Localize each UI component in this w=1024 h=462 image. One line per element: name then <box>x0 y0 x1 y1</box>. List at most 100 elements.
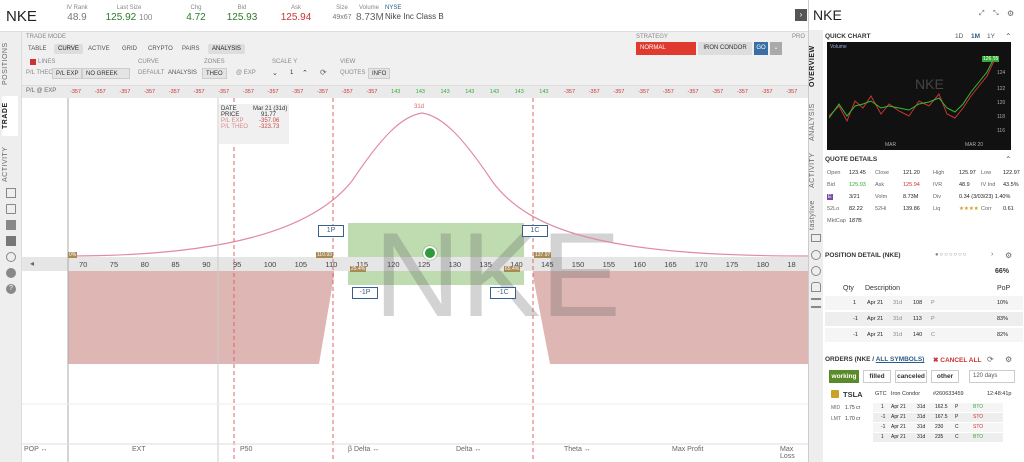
mode-analysis[interactable]: ANALYSIS <box>208 44 245 54</box>
iron-condor-button[interactable]: IRON CONDOR <box>698 42 752 55</box>
folder-icon[interactable] <box>6 204 16 214</box>
order-lmt-label: LMT <box>831 416 841 422</box>
x-tick-6: 100 <box>263 260 277 269</box>
refresh-icon[interactable]: ⟳ <box>320 68 327 77</box>
range-1m[interactable]: 1M <box>971 33 980 40</box>
order-symbol: TSLA <box>843 390 863 399</box>
order-leg-0-3: 162.5 <box>935 404 948 410</box>
pager-dots-icon[interactable]: ●○○○○○○ <box>935 252 967 258</box>
metric-3[interactable]: β Delta ↔ <box>348 446 379 453</box>
mode-curve[interactable]: CURVE <box>54 44 83 54</box>
filter-canceled[interactable]: canceled <box>895 370 927 383</box>
tab-tastylive[interactable]: tastylive <box>809 195 825 235</box>
chart-panel-icon[interactable] <box>811 250 821 260</box>
detach-icon[interactable]: ⤢ <box>979 10 985 18</box>
cancel-all-button[interactable]: ✖ CANCEL ALL <box>933 356 981 364</box>
range-1y[interactable]: 1Y <box>987 33 995 40</box>
metric-7[interactable]: Max Loss <box>780 446 808 460</box>
order-id: #260633459 <box>933 391 964 397</box>
mode-grid[interactable]: GRID <box>118 44 141 54</box>
mode-active[interactable]: ACTIVE <box>84 44 114 54</box>
grid-icon[interactable] <box>6 236 16 246</box>
tab-activity-panel[interactable]: ACTIVITY <box>809 150 825 190</box>
globe-icon[interactable] <box>811 266 821 276</box>
metric-2[interactable]: P50 <box>240 446 252 453</box>
quotes-label: QUOTES <box>340 70 366 76</box>
x-tick-10: 120 <box>387 260 400 269</box>
days-select[interactable]: 120 days <box>969 370 1015 383</box>
refresh-orders-icon[interactable]: ⟳ <box>987 355 994 364</box>
clock-icon[interactable] <box>6 252 16 262</box>
tab-overview[interactable]: OVERVIEW <box>809 40 825 92</box>
leg-long-put[interactable]: 1P <box>318 225 344 237</box>
mode-pairs[interactable]: PAIRS <box>178 44 204 54</box>
last-price: 125.92 <box>105 12 137 23</box>
metric-4[interactable]: Delta ↔ <box>456 446 481 453</box>
info-button[interactable]: INFO <box>368 68 391 79</box>
leg-long-call[interactable]: 1C <box>522 225 548 237</box>
orders-settings-icon[interactable]: ⚙ <box>1005 355 1012 364</box>
tab-positions[interactable]: POSITIONS <box>2 42 18 86</box>
strategy-dropdown-icon[interactable]: ⌄ <box>770 42 782 55</box>
leg-short-put[interactable]: -1P <box>352 287 378 299</box>
analysis-curve-button[interactable]: ANALYSIS <box>164 68 201 78</box>
quote-0-2: Close <box>875 170 890 176</box>
filter-filled[interactable]: filled <box>863 370 891 383</box>
order-time: 12:48:41p <box>987 391 1012 397</box>
scale-up-icon[interactable]: ⌃ <box>302 69 308 77</box>
people-icon[interactable] <box>6 268 16 278</box>
news-icon[interactable] <box>811 234 821 242</box>
tab-activity[interactable]: ACTIVITY <box>2 144 18 184</box>
pin-icon[interactable]: ⤡ <box>993 10 999 18</box>
position-settings-icon[interactable]: ⚙ <box>1005 251 1012 260</box>
all-symbols-link[interactable]: ALL SYMBOLS) <box>876 356 925 363</box>
normal-strategy-button[interactable]: NORMAL <box>636 42 696 55</box>
bell-icon[interactable] <box>811 282 821 292</box>
help-icon[interactable]: ? <box>6 284 16 294</box>
chart-icon[interactable] <box>6 220 16 230</box>
iv-rank-label: IV Rank <box>66 5 88 11</box>
candlestick-series <box>829 57 995 123</box>
quote-1-2: Ask <box>875 182 885 188</box>
tab-analysis[interactable]: ANALYSIS <box>809 100 825 144</box>
panel-settings-icon[interactable]: ⚙ <box>1007 9 1014 18</box>
order-leg-3-0: 1 <box>881 434 884 440</box>
breakeven-high: 137.97 <box>534 252 552 258</box>
scroll-left-icon[interactable]: ◂ <box>30 259 34 268</box>
mode-table[interactable]: TABLE <box>24 44 51 54</box>
lines-label: LINES <box>30 59 55 65</box>
collapse-quotes-icon[interactable]: ⌃ <box>1005 155 1012 164</box>
menu-icon[interactable] <box>811 298 821 308</box>
pl-value-2: -357 <box>119 89 131 95</box>
theo-select[interactable]: THEO <box>202 68 227 79</box>
pl-value-26: -357 <box>712 89 724 95</box>
pl-value-22: -357 <box>613 89 625 95</box>
metric-1[interactable]: EXT <box>132 446 146 453</box>
collapse-panel-icon[interactable]: › <box>795 9 807 21</box>
collapse-chart-icon[interactable]: ⌃ <box>1005 32 1012 41</box>
greek-select[interactable]: NO GREEK <box>82 68 130 79</box>
pl-theo-label: P/L THEO <box>26 70 54 76</box>
list-icon[interactable] <box>6 188 16 198</box>
tab-trade[interactable]: TRADE <box>2 96 18 136</box>
x-tick-8: 110 <box>325 260 338 269</box>
x-tick-22: 180 <box>756 260 770 269</box>
scale-value: 1 <box>290 70 294 76</box>
quote-1-7: 43.5% <box>1003 182 1019 188</box>
scale-down-icon[interactable]: ⌄ <box>272 69 278 77</box>
metric-6[interactable]: Max Profit <box>672 446 704 453</box>
go-button[interactable]: GO <box>754 42 768 55</box>
filter-other[interactable]: other <box>931 370 959 383</box>
next-position-icon[interactable]: › <box>991 251 993 258</box>
leg-short-call[interactable]: -1C <box>490 287 516 299</box>
order-leg-0-0: 1 <box>881 404 884 410</box>
pl-exp-select[interactable]: P/L EXP <box>52 68 83 79</box>
pl-value-10: -357 <box>317 89 329 95</box>
current-price-marker-icon[interactable] <box>423 246 437 260</box>
metric-0[interactable]: POP ↔ <box>24 446 48 453</box>
mode-crypto[interactable]: CRYPTO <box>144 44 177 54</box>
filter-working[interactable]: working <box>829 370 859 383</box>
range-1d[interactable]: 1D <box>955 33 963 40</box>
quote-0-1: 123.45 <box>849 170 866 176</box>
metric-5[interactable]: Theta ↔ <box>564 446 591 453</box>
